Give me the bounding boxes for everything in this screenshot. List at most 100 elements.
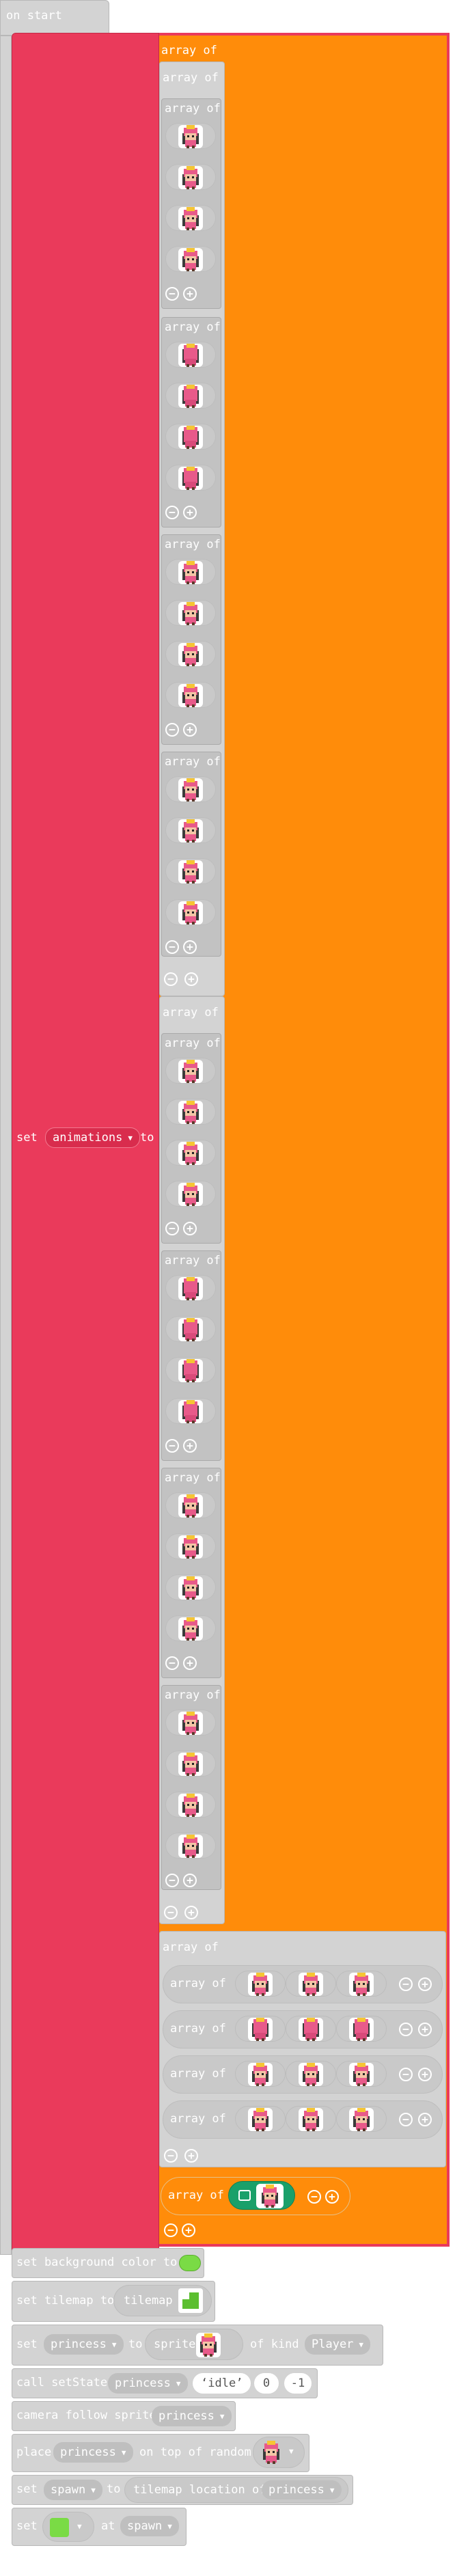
sprite-slot[interactable] [286,2016,336,2042]
sprite-slot[interactable] [165,559,216,585]
minus-icon[interactable]: − [164,972,178,986]
tile-picker[interactable]: ▼ [42,2512,94,2542]
minus-icon[interactable]: − [399,2068,413,2081]
sprite-slot[interactable] [165,164,216,190]
sprite-slot[interactable] [235,2106,286,2132]
sprite-slot[interactable] [165,682,216,708]
plus-icon[interactable]: + [183,1222,197,1235]
minus-icon[interactable]: − [165,1656,179,1670]
sprite-slot[interactable] [165,123,216,149]
minus-icon[interactable]: − [165,723,179,737]
animations-variable-dropdown[interactable]: animations ▼ [45,1127,140,1148]
state-text-input[interactable]: ‘idle’ [193,2373,251,2394]
minus-icon[interactable]: − [399,2113,413,2126]
sprite-slot[interactable] [256,2184,284,2208]
sprite-slot[interactable] [336,2016,387,2042]
sprite-slot[interactable] [165,600,216,626]
sprite-slot[interactable] [165,1751,216,1777]
sprite-slot[interactable] [165,1140,216,1166]
minus-icon[interactable]: − [165,506,179,519]
plus-icon[interactable]: + [183,723,197,737]
sprite-slot[interactable] [165,1316,216,1342]
plus-icon[interactable]: + [184,1906,198,1919]
sprite-slot[interactable] [165,1357,216,1383]
plus-icon[interactable]: + [325,2190,339,2204]
sprite-slot[interactable] [165,1492,216,1518]
sprite-slot[interactable] [165,1533,216,1559]
sprite-slot[interactable] [196,2333,221,2357]
plus-icon[interactable]: + [418,2113,432,2126]
sprite-slot[interactable] [286,2061,336,2087]
sprite-slot[interactable] [235,1971,286,1997]
minus-icon[interactable]: − [164,2223,178,2237]
tile-picker[interactable]: ▼ [253,2437,305,2468]
minus-icon[interactable]: − [399,1977,413,1991]
minus-icon[interactable]: − [165,1222,179,1235]
sprite-slot[interactable] [235,2016,286,2042]
sprite-slot[interactable] [165,424,216,450]
minus-icon[interactable]: − [164,2149,178,2163]
princess-variable-dropdown[interactable]: princess ▼ [44,2334,124,2355]
minus-icon[interactable]: − [165,287,179,301]
plus-icon[interactable]: + [183,1874,197,1887]
number-input-2[interactable]: -1 [284,2373,312,2394]
sprite-slot[interactable] [165,1710,216,1736]
plus-icon[interactable]: + [182,2223,195,2237]
spawn-variable-dropdown[interactable]: spawn ▼ [44,2480,102,2500]
minus-icon[interactable]: − [164,1906,178,1919]
sprite-slot[interactable] [286,2106,336,2132]
plus-icon[interactable]: + [418,1977,432,1991]
minus-icon[interactable]: − [165,940,179,954]
plus-icon[interactable]: + [183,1439,197,1453]
tile-icon[interactable] [178,2288,203,2313]
sprite-slot[interactable] [165,1792,216,1818]
color-swatch[interactable] [179,2255,201,2271]
sprite-slot[interactable] [165,641,216,667]
sprite-slot[interactable] [165,465,216,491]
plus-icon[interactable]: + [183,940,197,954]
sprite-slot[interactable] [165,1099,216,1125]
sprite-slot[interactable] [336,1971,387,1997]
minus-icon[interactable]: − [307,2190,321,2204]
plus-icon[interactable]: + [184,2149,198,2163]
minus-icon[interactable]: − [399,2023,413,2036]
spawn-variable-dropdown[interactable]: spawn ▼ [120,2516,179,2536]
plus-icon[interactable]: + [418,2068,432,2081]
sprite-slot[interactable] [165,1275,216,1301]
sprite-slot[interactable] [165,1574,216,1600]
minus-icon[interactable]: − [165,1874,179,1887]
sprite-slot[interactable] [235,2061,286,2087]
sprite-slot[interactable] [165,1615,216,1641]
sprite-slot[interactable] [165,1058,216,1084]
sprite-slot[interactable] [165,342,216,368]
sprite-slot[interactable] [165,383,216,409]
princess-variable-dropdown[interactable]: princess ▼ [108,2373,188,2394]
plus-icon[interactable]: + [184,972,198,986]
sprite-slot[interactable] [165,899,216,925]
sprite-slot[interactable] [165,1833,216,1859]
sprite-slot[interactable] [336,2061,387,2087]
sprite-slot[interactable] [165,1181,216,1207]
sprite-slot[interactable] [286,1971,336,1997]
sprite-slot[interactable] [165,205,216,231]
number-input-1[interactable]: 0 [254,2373,279,2394]
sprite-slot[interactable] [165,858,216,884]
plus-icon[interactable]: + [418,2023,432,2036]
sprite-slot[interactable] [336,2106,387,2132]
tilemap-chip[interactable]: tilemap [113,2285,212,2316]
sprite-slot[interactable] [165,1398,216,1424]
sprite-slot[interactable] [165,776,216,802]
princess-variable-dropdown[interactable]: princess ▼ [53,2442,133,2463]
tilemap-location-chip[interactable]: tilemap location of princess ▼ [124,2477,348,2503]
on-start-block[interactable]: on start [0,0,109,36]
image-chip[interactable] [228,2181,295,2210]
sprite-slot[interactable] [165,817,216,843]
princess-variable-dropdown[interactable]: princess ▼ [152,2406,232,2426]
plus-icon[interactable]: + [183,287,197,301]
kind-dropdown[interactable]: Player ▼ [305,2334,371,2355]
sprite-chip[interactable]: sprite [145,2329,243,2360]
plus-icon[interactable]: + [183,506,197,519]
princess-variable-dropdown[interactable]: princess ▼ [262,2480,342,2499]
sprite-slot[interactable] [165,246,216,272]
minus-icon[interactable]: − [165,1439,179,1453]
